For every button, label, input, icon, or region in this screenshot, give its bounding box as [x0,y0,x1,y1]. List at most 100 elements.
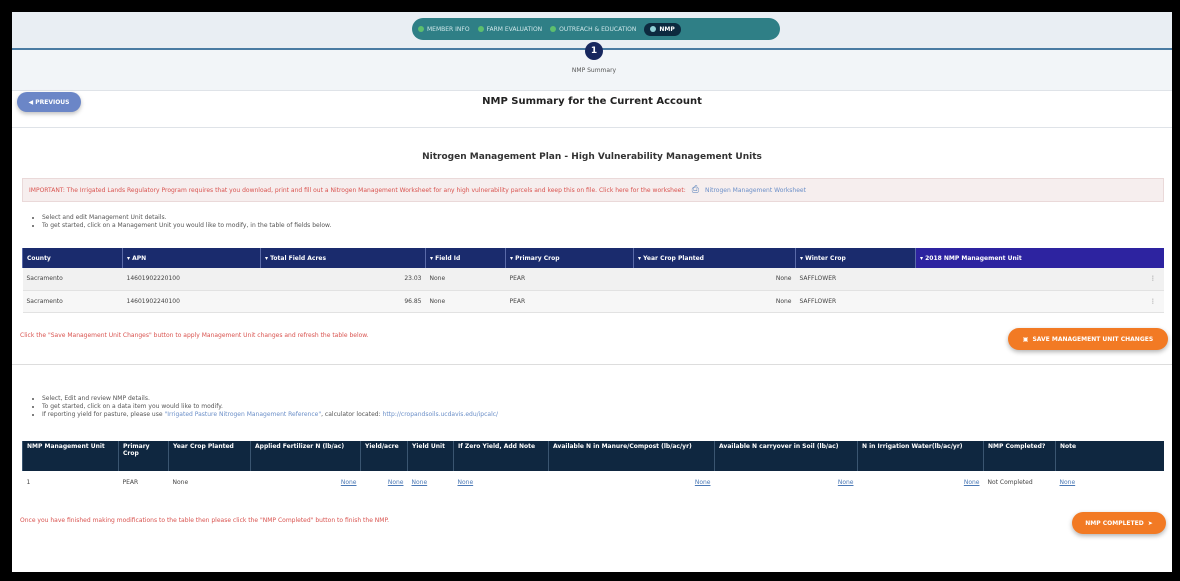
column-header-manure: Available N in Manure/Compost (lb/ac/yr) [548,441,715,471]
column-header-label: Winter Crop [805,254,846,262]
step-farm-evaluation[interactable]: FARM EVALUATION [477,25,543,33]
column-header-carryover: Available N carryover in Soil (lb/ac) [714,441,858,471]
calculator-link[interactable]: http://cropandsoils.ucdavis.edu/ipcalc/ [383,411,499,418]
table-header-row: County ▾ APN ▾ Total Field Acres ▾ Field… [22,248,1164,268]
column-header-year-planted[interactable]: ▾ Year Crop Planted [633,248,796,268]
check-icon [418,26,424,32]
current-step-indicator[interactable]: 1 [585,42,603,60]
cell-acres: 23.03 [260,268,426,291]
column-header-field-id[interactable]: ▾ Field Id [425,248,506,268]
cell-yield-unit-link[interactable]: None [412,479,428,486]
save-management-unit-changes-button[interactable]: ▣ SAVE MANAGEMENT UNIT CHANGES [1008,328,1168,350]
important-text: IMPORTANT: The Irrigated Lands Regulator… [29,186,686,194]
table-row[interactable]: Sacramento 14601902220100 23.03 None PEA… [22,268,1164,291]
column-header-label: Primary Crop [515,254,560,262]
table-header-row: NMP Management Unit Primary Crop Year Cr… [22,441,1164,471]
column-header-label: APN [132,254,147,262]
page-title: NMP Summary for the Current Account [482,96,702,107]
nmp-button-label: NMP COMPLETED [1085,519,1144,527]
nmp-completed-button[interactable]: NMP COMPLETED ➤ [1072,512,1166,534]
cell-field-id: None [425,290,506,313]
column-header-acres[interactable]: ▾ Total Field Acres [260,248,426,268]
instruction-item: To get started, click on a Management Un… [42,222,331,230]
step-nmp[interactable]: NMP [644,22,681,36]
cell-irrigation-link[interactable]: None [964,479,980,486]
cell-winter-crop: SAFFLOWER [795,290,916,313]
column-header-winter-crop[interactable]: ▾ Winter Crop [795,248,916,268]
column-header-note: Note [1055,441,1164,471]
column-header-primary-crop[interactable]: ▾ Primary Crop [505,248,634,268]
app-window: MEMBER INFO FARM EVALUATION OUTREACH & E… [12,12,1172,572]
cell-zero-yield-note-link[interactable]: None [458,479,474,486]
save-instruction: Click the "Save Management Unit Changes"… [20,332,369,339]
column-header-fertilizer: Applied Fertilizer N (lb/ac) [250,441,361,471]
cell-apn: 14601902220100 [122,268,261,291]
column-header-label: Year Crop Planted [643,254,704,262]
cell-nmp-unit: 1 [26,478,31,486]
cell-winter-crop: SAFFLOWER [795,268,916,291]
section-title: Nitrogen Management Plan - High Vulnerab… [422,152,762,162]
nmp-details-table: NMP Management Unit Primary Crop Year Cr… [22,441,1164,493]
cell-year-planted: None [633,290,796,313]
check-icon [650,26,657,32]
column-header-label: Field Id [435,254,461,262]
instruction-item: If reporting yield for pasture, please u… [42,411,498,419]
step-member-info[interactable]: MEMBER INFO [418,26,470,33]
print-icon: ⎙ [691,185,699,195]
check-icon [477,26,484,32]
cell-primary-crop: PEAR [122,478,139,486]
kebab-menu-icon[interactable]: ⋮ [915,290,1164,313]
column-header-yield: Yield/acre [360,441,408,471]
instruction-text: If reporting yield for pasture, please u… [42,411,163,418]
management-unit-instructions: Select and edit Management Unit details.… [32,214,331,230]
cell-manure-link[interactable]: None [695,479,711,486]
column-header-completed: NMP Completed? [983,441,1056,471]
save-icon: ▣ [1022,335,1029,343]
step-outreach-education[interactable]: OUTREACH & EDUCATION [550,26,636,33]
column-header-zero-yield-note: If Zero Yield, Add Note [453,441,549,471]
kebab-menu-icon[interactable]: ⋮ [915,268,1164,291]
step-label: OUTREACH & EDUCATION [559,25,637,33]
cell-carryover-link[interactable]: None [838,479,854,486]
cell-year-planted: None [633,268,796,291]
cell-completed: Not Completed [987,478,1033,486]
column-header-primary-crop: Primary Crop [118,441,169,471]
worksheet-link[interactable]: Nitrogen Management Worksheet [705,187,806,194]
instruction-item: Select and edit Management Unit details. [42,214,331,222]
current-step-label: NMP Summary [571,67,617,74]
step-label: FARM EVALUATION [486,25,543,33]
finish-instruction: Once you have finished making modificati… [20,517,390,524]
instruction-text: , calculator located: [321,411,381,418]
cell-fertilizer-link[interactable]: None [341,479,357,486]
cell-yield-link[interactable]: None [388,479,404,486]
table-row[interactable]: Sacramento 14601902240100 96.85 None PEA… [22,290,1164,313]
cell-primary-crop: PEAR [505,290,634,313]
cell-apn: 14601902240100 [122,290,261,313]
cell-field-id: None [425,268,506,291]
instruction-item: Select, Edit and review NMP details. [42,395,498,403]
cell-year-planted: None [172,478,189,486]
important-notice: IMPORTANT: The Irrigated Lands Regulator… [22,178,1164,202]
instruction-item: To get started, click on a data item you… [42,403,498,411]
column-header-irrigation: N in Irrigation Water(lb/ac/yr) [857,441,984,471]
column-header-yield-unit: Yield Unit [407,441,454,471]
column-header-label: Total Field Acres [270,254,327,262]
section-divider [12,364,1172,365]
cell-acres: 96.85 [260,290,426,313]
column-header-apn[interactable]: ▾ APN [122,248,261,268]
pasture-reference-link[interactable]: "Irrigated Pasture Nitrogen Management R… [164,411,321,418]
nmp-instructions: Select, Edit and review NMP details. To … [32,395,498,419]
check-icon [550,26,557,32]
save-button-label: SAVE MANAGEMENT UNIT CHANGES [1032,335,1154,343]
cell-county: Sacramento [22,290,123,313]
table-row[interactable]: 1 PEAR None None None None None None Non… [23,471,1165,493]
column-header-county[interactable]: County [22,248,123,268]
cell-note-link[interactable]: None [1060,479,1076,486]
progress-steps: MEMBER INFO FARM EVALUATION OUTREACH & E… [412,18,780,40]
column-header-label: 2018 NMP Management Unit [925,254,1022,262]
back-arrow-icon: ◀ [28,98,34,106]
column-header-management-unit[interactable]: ▾ 2018 NMP Management Unit [915,248,1164,268]
management-unit-table: County ▾ APN ▾ Total Field Acres ▾ Field… [22,248,1164,313]
column-header-nmp-unit: NMP Management Unit [22,441,119,471]
previous-button[interactable]: ◀ PREVIOUS [17,92,81,112]
